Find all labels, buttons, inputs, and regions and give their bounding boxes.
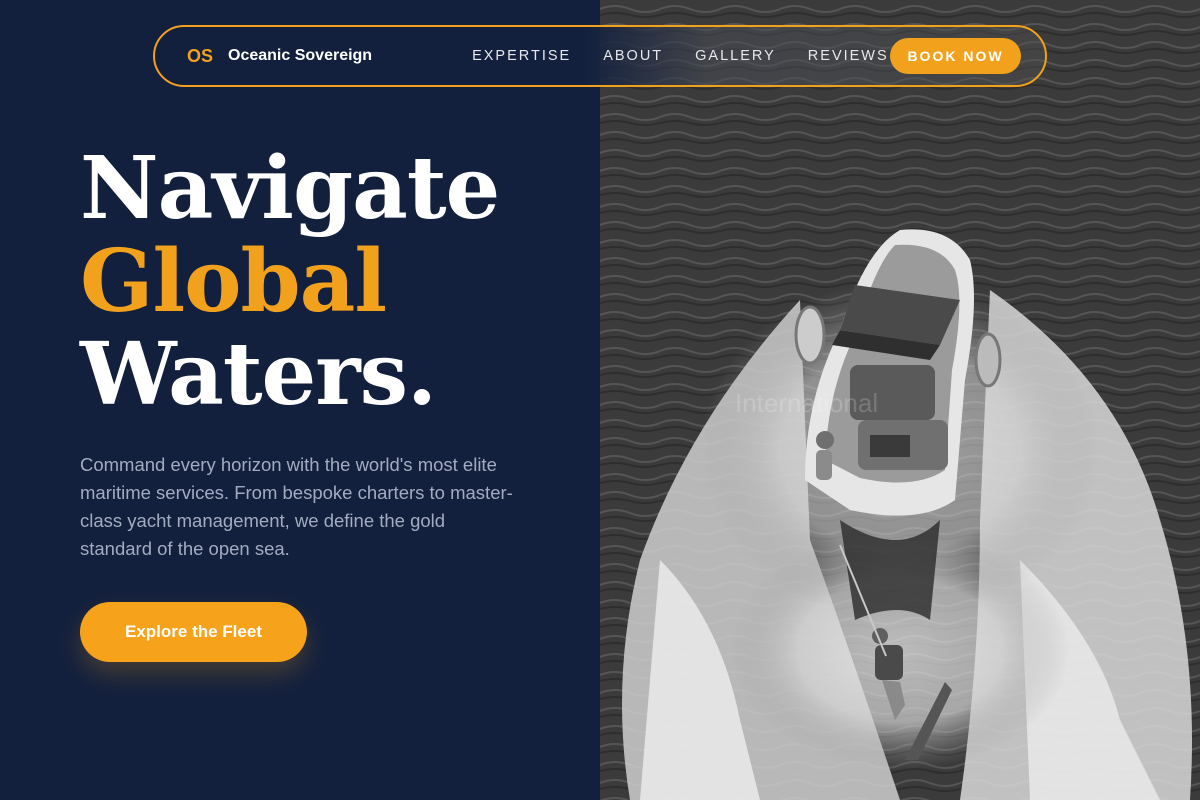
brand-name: Oceanic Sovereign (228, 47, 373, 64)
nav-link-gallery[interactable]: GALLERY (695, 48, 776, 64)
hero-photo-svg: International (600, 0, 1200, 800)
nav-links: EXPERTISE ABOUT GALLERY REVIEWS (472, 48, 921, 64)
brand-logo-link[interactable]: OS Oceanic Sovereign (187, 46, 372, 67)
headline-line-navigate: Navigate (80, 138, 500, 239)
nav-link-reviews[interactable]: REVIEWS (808, 48, 889, 64)
image-watermark-text: International (735, 388, 878, 418)
hero-description: Command every horizon with the world's m… (80, 454, 513, 559)
nav-link-expertise[interactable]: EXPERTISE (472, 48, 571, 64)
nav-link-about[interactable]: ABOUT (603, 48, 663, 64)
hero-headline: Navigate Global Waters. (80, 138, 500, 425)
top-navigation-bar: OS Oceanic Sovereign EXPERTISE ABOUT GAL… (153, 25, 1047, 87)
book-now-button[interactable]: BOOK NOW (890, 38, 1021, 74)
brand-monogram: OS (187, 45, 214, 66)
headline-line-waters: Waters. (80, 324, 437, 425)
hero-photo-speedboat-wakeboarder: International (600, 0, 1200, 800)
headline-line-global: Global (80, 231, 387, 332)
explore-fleet-button[interactable]: Explore the Fleet (80, 602, 307, 662)
